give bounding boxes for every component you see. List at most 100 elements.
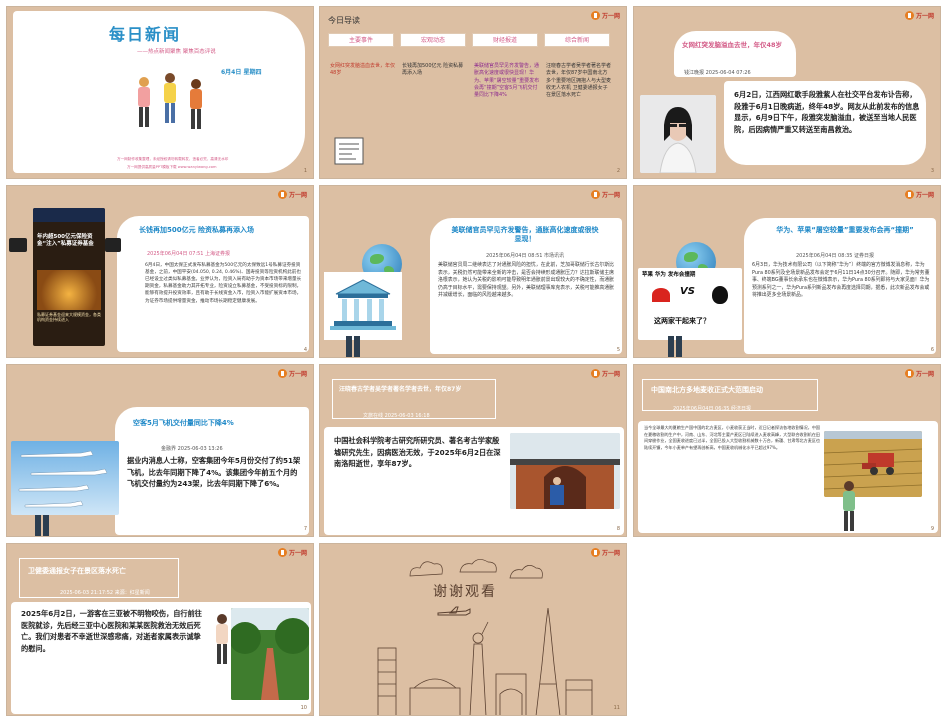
- speaker-icon-right: [105, 238, 121, 252]
- headline-box: 汪晓春古学者吴学者著名学者去世，年仅87岁 文旅在线 2025-06-03 16…: [332, 379, 496, 419]
- toc-item-4[interactable]: 汪晓春古学者吴学者著名学者去世，年仅87岁中国南北方多个重要地区拥抱人与大型麦收…: [546, 63, 612, 99]
- person-illustration: [213, 614, 231, 664]
- news-body: 6月2日，江西网红歌手段雅紫人在社交平台发布讣告称，段雅于6月1日晚病逝，终年4…: [734, 90, 920, 134]
- slide-number: 7: [303, 526, 307, 532]
- headline-box: 卫健委通报女子在景区落水死亡 2025-06-03 21:17:52 来源：红星…: [19, 558, 179, 598]
- slide-6-news[interactable]: 万一网 华为、苹果“屠空较量”重要发布会再“撞期” 2025年06月04日 08…: [633, 185, 941, 358]
- desk-legs: [338, 336, 368, 357]
- body-card: 长钱再加500亿元 险资私募再添入场 2025年06月04日 07:51 上海证…: [117, 216, 309, 352]
- slide-grid: 每日新闻 ——热点新闻聚焦 聚焦百态评说 6月4日 星期四 万一网制作收集整理，…: [6, 6, 941, 716]
- toc-column-4[interactable]: 综合新闻: [544, 33, 610, 47]
- cover-date: 6月4日 星期四: [221, 69, 262, 76]
- portrait-photo: [640, 95, 716, 173]
- toc-column-1[interactable]: 主要事件: [328, 33, 394, 47]
- cover-title: 每日新闻: [109, 25, 182, 44]
- money-photo: 年内超500亿元保险资金“注入”私募证券基金 私募证券基金迎来大规模资金，各类机…: [33, 208, 105, 346]
- newspaper-icon: [332, 133, 368, 169]
- slide-11-thanks[interactable]: 万一网 谢谢观看 11: [319, 543, 627, 716]
- news-meta: 文旅在线 2025-06-03 16:18: [363, 413, 430, 419]
- logo-icon: [590, 190, 600, 199]
- headline: 汪晓春古学者吴学者著名学者去世，年仅87岁: [339, 386, 462, 393]
- toc-item-1[interactable]: 女网红突发脑溢血去世，年仅48岁: [330, 63, 396, 78]
- headline: 卫健委通报女子在景区落水死亡: [28, 567, 126, 575]
- news-body: 据业内消息人士称，空客集团今年5月份交付了约51架飞机，比去年同期下降了4%。该…: [127, 456, 301, 489]
- bank-illustration: [324, 272, 402, 340]
- slide-8-news[interactable]: 万一网 汪晓春古学者吴学者著名学者去世，年仅87岁 文旅在线 2025-06-0…: [319, 364, 627, 537]
- headline: 长钱再加500亿元 险资私募再添入场: [139, 226, 255, 234]
- toc-column-3[interactable]: 财经报道: [472, 33, 538, 47]
- toc-item-2[interactable]: 长钱再加500亿元 险资私募再添入场: [402, 63, 468, 78]
- slide-number: 6: [930, 347, 934, 353]
- slide-9-news[interactable]: 万一网 中国南北方多地麦收正式大范围启动 2025年06月04日 06:35 经…: [633, 364, 941, 537]
- comparison-question: 这两家干起来了？: [654, 317, 710, 325]
- brand-logo: 万一网: [590, 190, 620, 199]
- brand-logo: 万一网: [590, 548, 620, 557]
- brand-logo: 万一网: [904, 11, 934, 20]
- brand-logo: 万一网: [277, 190, 307, 199]
- news-body: 美联储官员周二继续表达了对通胀风险的担忧，在此前，芝加哥联储行长古尔斯比表示，关…: [438, 262, 615, 299]
- cover-footer-2: 万一网提供高质量PPT模板下载 www.wanyiwang.com: [127, 165, 217, 169]
- headline: 空客5月飞机交付量同比下降4%: [133, 419, 234, 427]
- body-card: 美联储官员罕见齐发警告，通胀高化速度或很快显现！ 2025年06月04日 08:…: [430, 218, 622, 354]
- toc-item-3[interactable]: 美联储官员罕见齐发警告，通胀高化速度或很快显现！华为、苹果“屠空较量”重要发布会…: [474, 63, 540, 99]
- slide-number: 2: [616, 168, 620, 174]
- slide-2-toc[interactable]: 今日导读 万一网 主要事件 宏观动态 财经报道 综合新闻 女网红突发脑溢血去世，…: [319, 6, 627, 179]
- logo-icon: [904, 11, 914, 20]
- headline: 中国南北方多地麦收正式大范围启动: [651, 386, 763, 394]
- slide-number: 9: [930, 526, 934, 532]
- news-meta: 2025年06月04日 07:51 上海证券报: [147, 251, 231, 257]
- brand-logo: 万一网: [590, 369, 620, 378]
- speaker-icon: [9, 238, 27, 252]
- headline: 华为、苹果“屠空较量”重要发布会再“撞期”: [776, 226, 914, 234]
- landmarks-illustration: [370, 604, 600, 715]
- harvest-photo: [824, 431, 922, 497]
- scholar-photo: [510, 433, 620, 509]
- logo-icon: [904, 190, 914, 199]
- headline-card: 女网红突发脑溢血去世，年仅48岁 钱江晚报 2025-06-04 07:26: [674, 31, 796, 77]
- brand-comparison-image: 苹果 华为 发布会撞期 VS 这两家干起来了？: [638, 268, 742, 340]
- news-body: 6月3日，华为技术有限公司（以下简称“华为”）终端的官方微博发消息称，华为Pur…: [752, 262, 930, 299]
- logo-icon: [904, 369, 914, 378]
- brand-logo: 万一网: [904, 369, 934, 378]
- cover-footer: 万一网制作收集整理，未经授权请勿转载转发，违者必究，高清无水印: [117, 157, 229, 161]
- news-body: 当今全球最大的夏粮生产国中国的北方麦区，小麦收获正当时，近日记者探访各地收割情况…: [644, 425, 821, 450]
- body-card: 华为、苹果“屠空较量”重要发布会再“撞期” 2025年06月04日 08:35 …: [744, 218, 936, 354]
- people-illustration: [127, 57, 217, 147]
- slide-10-news[interactable]: 万一网 卫健委通报女子在景区落水死亡 2025-06-03 21:17:52 来…: [6, 543, 314, 716]
- body-card: 当今全球最大的夏粮生产国中国的北方麦区，小麦收获正当时，近日记者探访各地收割情况…: [638, 421, 938, 533]
- slide-number: 1: [303, 168, 307, 174]
- toc-column-2[interactable]: 宏观动态: [400, 33, 466, 47]
- news-meta: 2025年06月04日 08:51 市场讯讯: [486, 253, 565, 259]
- huawei-logo: [652, 288, 670, 302]
- logo-icon: [590, 11, 600, 20]
- desk-legs: [660, 336, 690, 357]
- body-card: 6月2日，江西网红歌手段雅紫人在社交平台发布讣告称，段雅于6月1日晚病逝，终年4…: [724, 81, 926, 165]
- news-meta: 金融界 2025-06-03 13:26: [161, 446, 223, 452]
- slide-4-news[interactable]: 万一网 长钱再加500亿元 险资私募再添入场 2025年06月04日 07:51…: [6, 185, 314, 358]
- slide-5-news[interactable]: 万一网 美联储官员罕见齐发警告，通胀高化速度或很快显现！ 2025年06月04日…: [319, 185, 627, 358]
- brand-logo: 万一网: [277, 548, 307, 557]
- side-title: 年内超500亿元保险资金“注入”私募证券基金: [37, 234, 94, 248]
- vs-mark: VS: [680, 286, 695, 297]
- logo-icon: [590, 369, 600, 378]
- cover-subtitle: ——热点新闻聚焦 聚焦百态评说: [137, 49, 216, 55]
- toc-title: 今日导读: [328, 16, 360, 25]
- headline-box: 中国南北方多地麦收正式大范围启动 2025年06月04日 06:35 经济日报: [642, 379, 818, 412]
- news-meta: 2025年06月04日 08:35 证券日报: [796, 253, 875, 259]
- slide-7-news[interactable]: 万一网 空客5月飞机交付量同比下降4% 金融界 2025-06-03 13:26…: [6, 364, 314, 537]
- slide-1-cover[interactable]: 每日新闻 ——热点新闻聚焦 聚焦百态评说 6月4日 星期四 万一网制作收集整理，…: [6, 6, 314, 179]
- headline: 美联储官员罕见齐发警告，通胀高化速度或很快显现！: [451, 226, 599, 243]
- news-meta: 2025年06月04日 06:35 经济日报: [673, 406, 752, 412]
- airplanes-photo: [11, 441, 119, 515]
- slide-number: 11: [613, 705, 620, 711]
- slide-number: 4: [303, 347, 307, 353]
- thanks-text: 谢谢观看: [433, 584, 497, 600]
- news-body: 6月4日，中国太保正式发布私募基金为500亿元的太保致远1号私募证券投资基金，之…: [145, 263, 302, 304]
- brand-logo: 万一网: [590, 11, 620, 20]
- brand-logo: 万一网: [904, 190, 934, 199]
- slide-3-news[interactable]: 万一网 女网红突发脑溢血去世，年仅48岁 钱江晚报 2025-06-04 07:…: [633, 6, 941, 179]
- slide-number: 5: [616, 347, 620, 353]
- comparison-title: 苹果 华为 发布会撞期: [642, 272, 696, 278]
- logo-icon: [277, 190, 287, 199]
- slide-number: 3: [930, 168, 934, 174]
